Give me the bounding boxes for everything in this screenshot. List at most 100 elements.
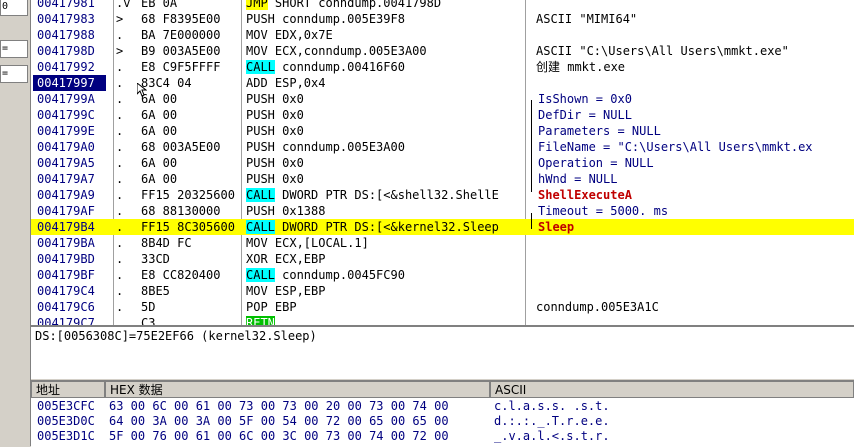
disasm-hex: 8B4D FC	[141, 236, 192, 250]
disasm-instruction: PUSH 0x0	[246, 107, 546, 123]
disasm-row[interactable]: 004179C4. 8BE5 MOV ESP,EBP	[31, 283, 854, 299]
dump-header-ascii[interactable]: ASCII	[490, 381, 854, 398]
disasm-row[interactable]: 004179BD. 33CD XOR ECX,EBP	[31, 251, 854, 267]
instruction-keyword: CALL	[246, 188, 275, 202]
disasm-comment: Operation = NULL	[538, 156, 654, 170]
disasm-hex: 33CD	[141, 252, 170, 266]
disasm-comment	[536, 0, 854, 11]
disasm-row[interactable]: 004179A0. 68 003A5E00 PUSH conndump.005E3A…	[31, 139, 854, 155]
dump-hex: 5F 00 76 00 61 00 6C 00 3C 00 73 00 74 0…	[109, 429, 449, 443]
instruction-keyword: CALL	[246, 60, 275, 74]
disasm-row[interactable]: 00417992. E8 C9F5FFFF CALL conndump.00416F…	[31, 59, 854, 75]
disassembly-pane[interactable]: 00417981 .v EB 0A JMP SHORT conndump.004179…	[31, 0, 854, 325]
disasm-comment: conndump.005E3A1C	[536, 300, 659, 314]
disasm-address: 0041799E	[37, 124, 95, 138]
disasm-row[interactable]: 004179BA. 8B4D FC MOV ECX,[LOCAL.1]	[31, 235, 854, 251]
disasm-row[interactable]: 00417988. BA 7E000000 MOV EDX,0x7E	[31, 27, 854, 43]
left-panel-button-2[interactable]: =	[0, 40, 28, 58]
disasm-hex: 6A 00	[141, 124, 178, 138]
instruction-text: PUSH 0x0	[246, 172, 304, 186]
disasm-flow-mark: .	[116, 28, 124, 42]
disasm-comment	[536, 251, 854, 267]
instruction-text: ADD ESP,0x4	[246, 76, 326, 90]
disasm-row[interactable]: 004179C6. 5D POP EBP conndump.005E3A1C	[31, 299, 854, 315]
left-panel-button-3[interactable]: =	[0, 65, 28, 83]
instruction-operand: conndump.0045FC90	[274, 268, 405, 282]
disasm-instruction: MOV EDX,0x7E	[246, 27, 546, 43]
instruction-keyword: CALL	[246, 220, 275, 234]
mouse-cursor-icon	[137, 83, 147, 97]
disasm-flow-mark: .	[116, 284, 124, 298]
disasm-address: 004179AF	[37, 204, 95, 218]
disasm-row[interactable]: 0041799A. 6A 00 PUSH 0x0 IsShown = 0x0	[31, 91, 854, 107]
disasm-flow-mark: .	[116, 220, 124, 234]
disasm-row[interactable]: 004179B4. FF15 8C305600 CALL DWORD PTR DS:…	[31, 219, 854, 235]
instruction-keyword: JMP	[246, 0, 268, 10]
disasm-flow-mark: .	[116, 172, 124, 186]
disasm-flow-mark: >	[116, 44, 124, 58]
disasm-hex: 68 F8395E00	[141, 12, 221, 26]
disasm-address: 0041799A	[37, 92, 95, 106]
disasm-flow-mark: .	[116, 268, 124, 282]
disasm-row[interactable]: 004179A5. 6A 00 PUSH 0x0 Operation = NULL	[31, 155, 854, 171]
disasm-row[interactable]: 0041799E. 6A 00 PUSH 0x0 Parameters = NULL	[31, 123, 854, 139]
left-panel: 0 = =	[0, 0, 31, 446]
disasm-row[interactable]: 004179A7. 6A 00 PUSH 0x0 hWnd = NULL	[31, 171, 854, 187]
disasm-row[interactable]: 004179BF. E8 CC820400 CALL conndump.0045FC…	[31, 267, 854, 283]
dump-header-address[interactable]: 地址	[31, 381, 105, 398]
disasm-flow-mark: .	[116, 108, 124, 122]
disasm-address: 004179BF	[37, 268, 95, 282]
hex-dump-pane[interactable]: 地址 HEX 数据 ASCII 005E3CFC 63 00 6C 00 61 0…	[31, 380, 854, 447]
disasm-row[interactable]: 00417997. 83C4 04 ADD ESP,0x4	[31, 75, 854, 91]
left-panel-button-1[interactable]: 0	[0, 0, 28, 16]
instruction-text: PUSH conndump.005E3A00	[246, 140, 405, 154]
dump-address: 005E3D0C	[37, 414, 95, 428]
disasm-instruction: PUSH 0x1388	[246, 203, 546, 219]
disasm-comment: ShellExecuteA	[538, 188, 632, 202]
disasm-address: 004179BA	[37, 236, 95, 250]
instruction-text: MOV ESP,EBP	[246, 284, 326, 298]
disasm-row[interactable]: 0041799C. 6A 00 PUSH 0x0 DefDir = NULL	[31, 107, 854, 123]
disasm-flow-mark: .	[116, 124, 124, 138]
disasm-instruction: MOV ECX,conndump.005E3A00	[246, 43, 546, 59]
instruction-operand: DWORD PTR DS:[<&kernel32.Sleep	[274, 220, 499, 234]
disasm-row[interactable]: 00417983 >68 F8395E00 PUSH conndump.005E39…	[31, 11, 854, 27]
disasm-address: 0041798D	[37, 44, 95, 58]
instruction-operand: DWORD PTR DS:[<&shell32.ShellE	[274, 188, 499, 202]
instruction-keyword: RETN	[246, 316, 275, 325]
disasm-flow-mark: .	[116, 156, 124, 170]
disasm-flow-mark: .	[116, 92, 124, 106]
disasm-hex: 6A 00	[141, 108, 178, 122]
disasm-comment: DefDir = NULL	[538, 108, 632, 122]
disasm-instruction: XOR ECX,EBP	[246, 251, 546, 267]
disasm-instruction: PUSH conndump.005E3A00	[246, 139, 546, 155]
disasm-comment: ASCII "C:\Users\All Users\mmkt.exe"	[536, 44, 789, 58]
dump-header-hex[interactable]: HEX 数据	[105, 381, 490, 398]
disasm-hex: 6A 00	[141, 92, 178, 106]
disasm-row[interactable]: 004179AF. 68 88130000 PUSH 0x1388 Timeout =…	[31, 203, 854, 219]
instruction-text: PUSH conndump.005E39F8	[246, 12, 405, 26]
disasm-flow-mark: .v	[116, 0, 130, 10]
instruction-text: MOV EDX,0x7E	[246, 28, 333, 42]
disasm-hex: 6A 00	[141, 156, 178, 170]
disasm-flow-mark: .	[116, 204, 124, 218]
disasm-row[interactable]: 004179A9. FF15 20325600 CALL DWORD PTR DS:…	[31, 187, 854, 203]
disasm-flow-mark: .	[116, 188, 124, 202]
disasm-flow-mark: .	[116, 60, 124, 74]
disasm-address: 004179C7	[37, 316, 95, 325]
disasm-comment: Sleep	[538, 220, 575, 234]
disasm-row[interactable]: 0041798D > B9 003A5E00 MOV ECX,conndump.005…	[31, 43, 854, 59]
arg-bracket-sleep	[531, 213, 538, 229]
disasm-instruction: PUSH 0x0	[246, 91, 546, 107]
disasm-hex: EB 0A	[141, 0, 178, 10]
disasm-flow-mark: .	[116, 316, 124, 325]
disasm-instruction: CALL DWORD PTR DS:[<&kernel32.Sleep	[246, 219, 546, 235]
instruction-text: PUSH 0x0	[246, 92, 304, 106]
disasm-hex: 68 88130000	[141, 204, 221, 218]
disasm-row[interactable]: 00417981 .v EB 0A JMP SHORT conndump.004179…	[31, 0, 854, 11]
instruction-text: PUSH 0x1388	[246, 204, 326, 218]
disasm-flow-mark: .	[116, 252, 124, 266]
instruction-text: PUSH 0x0	[246, 108, 304, 122]
disasm-hex: B9 003A5E00	[141, 44, 221, 58]
disasm-row[interactable]: 004179C7. C3 RETN	[31, 315, 854, 325]
